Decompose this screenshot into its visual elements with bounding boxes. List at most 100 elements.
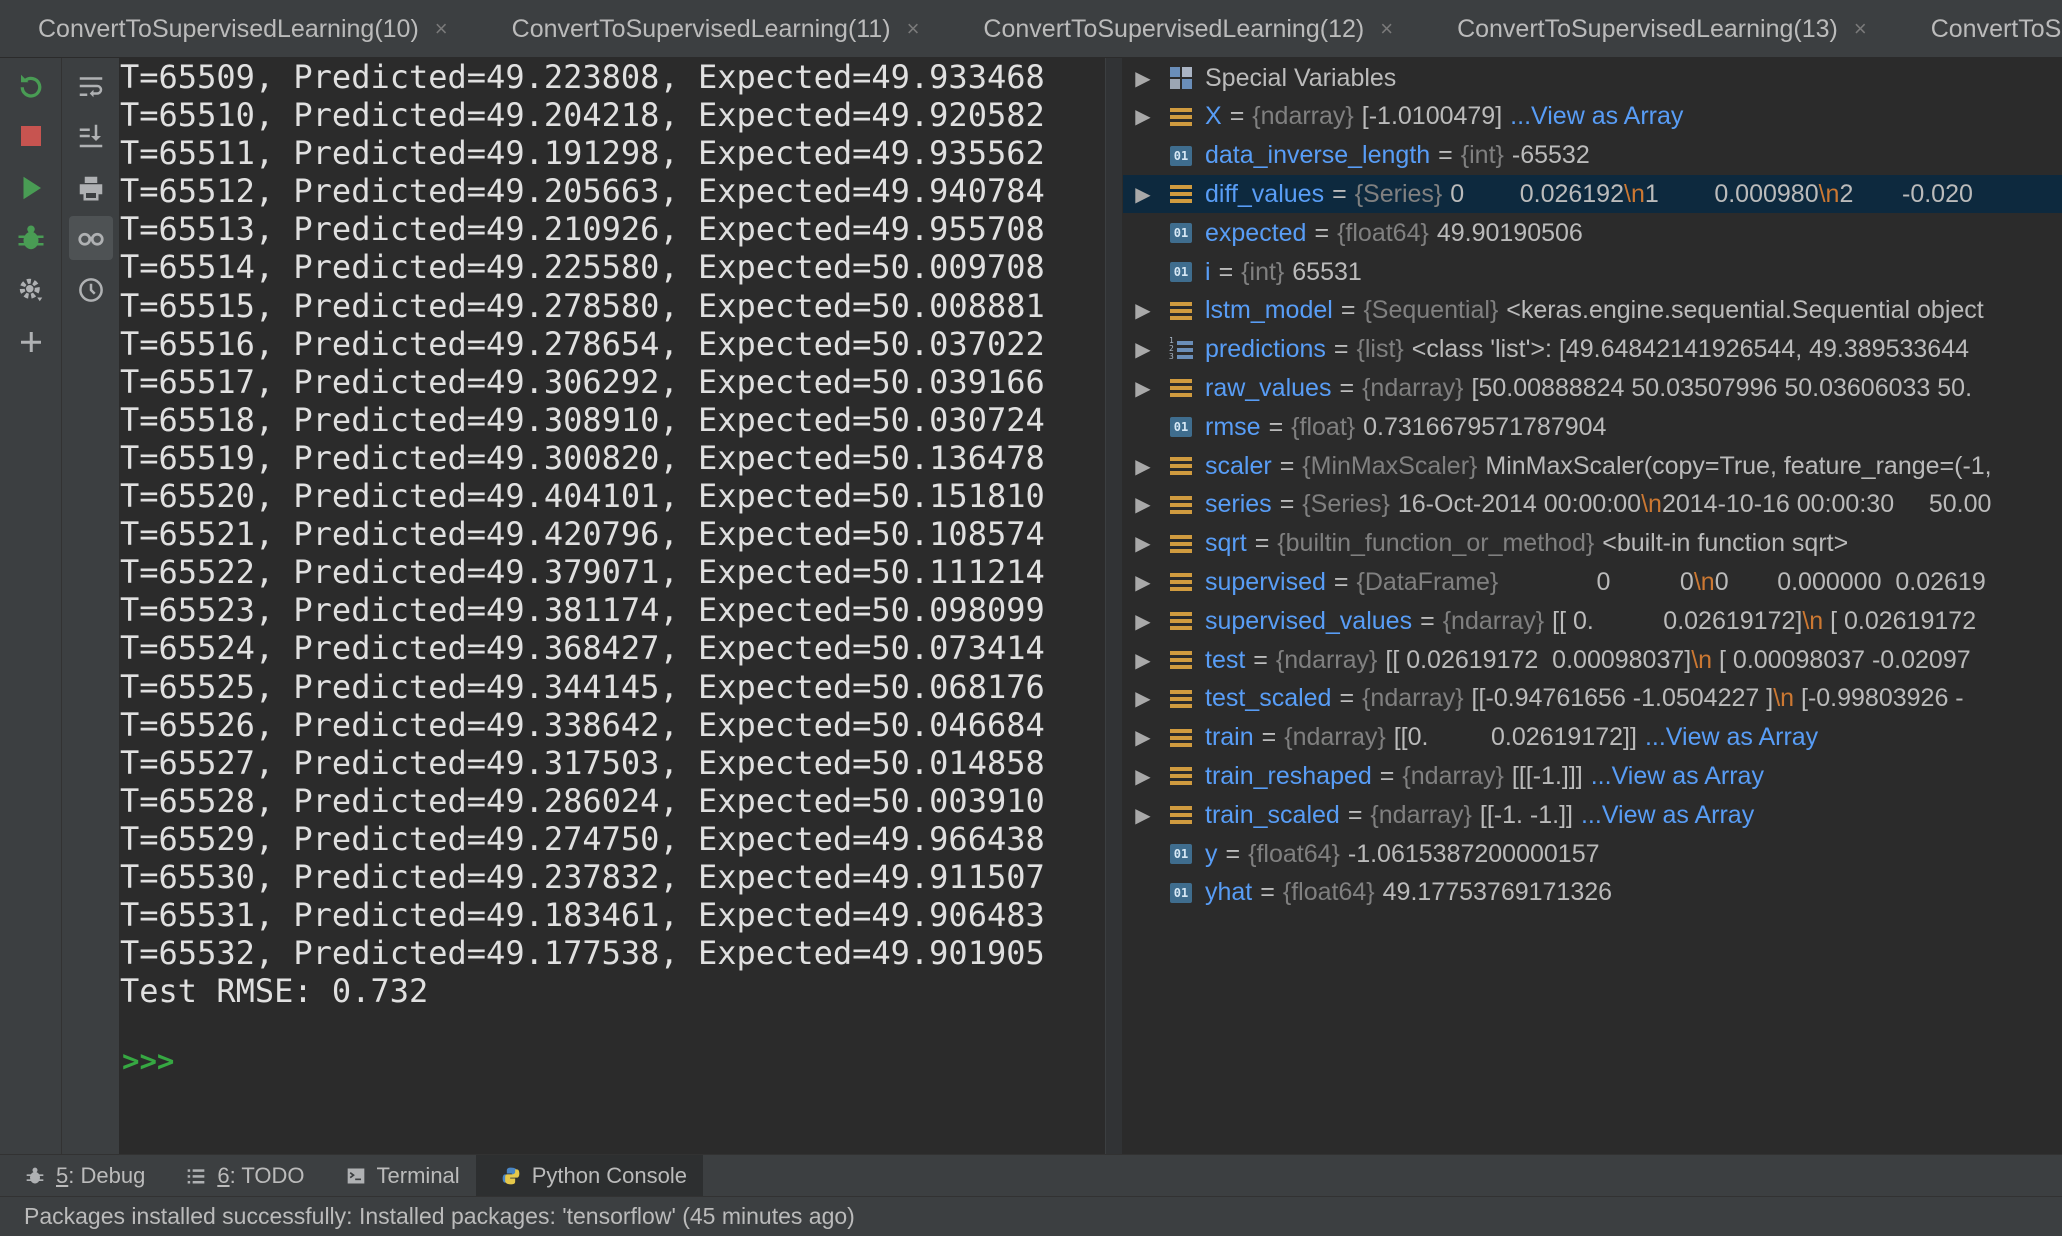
variable-row[interactable]: ▶ supervised_values = {ndarray}[[ 0. 0.0261…: [1123, 602, 2062, 640]
expand-arrow-icon[interactable]: ▶: [1123, 725, 1163, 750]
expand-arrow-icon[interactable]: ▶: [1123, 492, 1163, 517]
variable-type: {builtin_function_or_method}: [1277, 529, 1595, 558]
variable-row[interactable]: ▶ diff_values = {Series} 0 0.026192 \n 1 0.000…: [1123, 175, 2062, 214]
tool-window-tab[interactable]: 6: TODO: [161, 1155, 320, 1197]
expand-arrow-icon[interactable]: ▶: [1123, 764, 1163, 789]
scroll-to-end-icon[interactable]: [69, 114, 113, 158]
console-prompt[interactable]: >>>: [122, 1044, 174, 1078]
list-icon: 123: [1169, 336, 1193, 362]
panel-splitter[interactable]: [1105, 58, 1123, 1154]
equals-sign: =: [1261, 723, 1277, 752]
status-message[interactable]: Packages installed successfully: Install…: [24, 1203, 855, 1230]
variable-row[interactable]: ▶ test_scaled = {ndarray} [[-0.94761656 -1.0…: [1123, 680, 2062, 718]
tool-window-tab[interactable]: 5: Debug: [0, 1155, 161, 1197]
equals-sign: =: [1225, 839, 1241, 868]
special-variables-icon: [1169, 66, 1193, 90]
variable-row[interactable]: ▶ supervised = {DataFrame} 0 0 \n 0 0.000000 …: [1123, 563, 2062, 601]
console-line: T=65532, Predicted=49.177538, Expected=4…: [120, 934, 1045, 973]
editor-tab[interactable]: ConvertToSupervisedLearning(11) ×: [474, 0, 946, 57]
expand-arrow-icon[interactable]: ▶: [1123, 531, 1163, 556]
variable-value: [[[-1.]]]: [1511, 761, 1583, 790]
variable-row[interactable]: ▶ test = {ndarray}[[ 0.02619172 0.00098037]…: [1123, 641, 2062, 679]
object-icon: [1169, 299, 1193, 323]
expand-arrow-icon[interactable]: ▶: [1123, 454, 1163, 479]
variable-row[interactable]: ▶ train = {ndarray} [[0. 0.02619172]] ...View…: [1123, 719, 2062, 757]
variable-value: 2014-10-16 00:00:30 50.00: [1661, 490, 1992, 519]
variable-row[interactable]: ▶ series = {Series} 16-Oct-2014 00:00:00 \n 20…: [1123, 486, 2062, 524]
close-icon[interactable]: ×: [1380, 16, 1393, 42]
show-variables-icon[interactable]: [69, 216, 113, 260]
expand-arrow-icon[interactable]: ▶: [1123, 803, 1163, 828]
variable-type: {ndarray}: [1284, 723, 1386, 752]
tool-window-tab[interactable]: Python Console: [475, 1154, 704, 1197]
variable-value: 2 -0.020: [1839, 179, 1973, 208]
variables-panel: ▶ Special Variables ▶ X = {ndarray} [-1.010047…: [1123, 58, 2062, 1154]
variable-name: data_inverse_length: [1205, 141, 1431, 170]
newline-marker: \n: [1802, 606, 1824, 635]
tool-window-tab[interactable]: Terminal: [321, 1155, 476, 1197]
expand-arrow-icon[interactable]: ▶: [1123, 686, 1163, 711]
close-icon[interactable]: ×: [435, 16, 448, 42]
variable-row[interactable]: ▶ train_reshaped = {ndarray} [[[-1.]]] ...Vie…: [1123, 757, 2062, 795]
view-as-array-link[interactable]: ...View as Array: [1510, 102, 1683, 131]
editor-tab[interactable]: ConvertToSupervisedLearning(12) ×: [945, 0, 1419, 57]
variable-name: supervised_values: [1205, 606, 1413, 635]
soft-wrap-icon[interactable]: [69, 64, 113, 108]
editor-tab[interactable]: ConvertToSupervisedLearning(10) ×: [0, 0, 474, 57]
history-icon[interactable]: [69, 268, 113, 312]
object-icon: [1169, 609, 1193, 633]
variable-type: {int}: [1241, 257, 1285, 286]
view-as-array-link[interactable]: ...View as Array: [1645, 723, 1818, 752]
object-icon: [1169, 648, 1193, 672]
expand-arrow-icon[interactable]: ▶: [1123, 337, 1163, 362]
variable-row[interactable]: ▶ Special Variables: [1123, 59, 2062, 97]
variable-row[interactable]: ▶ train_scaled = {ndarray} [[-1. -1.]] ...Vie…: [1123, 796, 2062, 834]
console-line: T=65528, Predicted=49.286024, Expected=5…: [120, 781, 1045, 820]
variable-row[interactable]: ▶ X = {ndarray} [-1.0100479] ...View as Array: [1123, 98, 2062, 136]
variable-row[interactable]: ▶ scaler = {MinMaxScaler} MinMaxScaler(copy=…: [1123, 447, 2062, 485]
variable-row[interactable]: ▶01rmse={float}0.7316679571787904: [1123, 408, 2062, 446]
expand-arrow-icon[interactable]: ▶: [1123, 376, 1163, 401]
view-as-array-link[interactable]: ...View as Array: [1591, 762, 1764, 791]
expand-arrow-icon[interactable]: ▶: [1123, 648, 1163, 673]
variable-row[interactable]: ▶ lstm_model = {Sequential} <keras.engine.se…: [1123, 292, 2062, 330]
debug-icon[interactable]: [9, 216, 53, 260]
variable-type: {ndarray}: [1275, 645, 1378, 674]
variable-name: lstm_model: [1205, 296, 1333, 325]
variable-row[interactable]: ▶01i={int}65531: [1123, 253, 2062, 291]
editor-tab[interactable]: ConvertToS: [1893, 0, 2062, 57]
console-line: T=65515, Predicted=49.278580, Expected=5…: [120, 286, 1045, 325]
add-icon[interactable]: [9, 320, 53, 364]
variable-row[interactable]: ▶01yhat={float64}49.17753769171326: [1123, 874, 2062, 912]
variable-row[interactable]: ▶ 1 2 3 predictions = {list} <class 'list'>: [4…: [1123, 331, 2062, 369]
expand-arrow-icon[interactable]: ▶: [1123, 609, 1163, 634]
close-icon[interactable]: ×: [907, 16, 920, 42]
variable-row[interactable]: ▶01data_inverse_length={int}-65532: [1123, 137, 2062, 175]
editor-tab[interactable]: ConvertToSupervisedLearning(13) ×: [1419, 0, 1893, 57]
variable-value: MinMaxScaler(copy=True, feature_range=(-…: [1485, 451, 1992, 480]
close-icon[interactable]: ×: [1854, 16, 1867, 42]
rerun-icon[interactable]: [9, 64, 53, 108]
view-as-array-link[interactable]: ...View as Array: [1581, 801, 1754, 830]
equals-sign: =: [1268, 412, 1284, 441]
run-icon[interactable]: [9, 166, 53, 210]
variable-name: series: [1205, 490, 1272, 519]
variable-row[interactable]: ▶ raw_values = {ndarray} [50.00888824 50.035…: [1123, 369, 2062, 407]
console-line: T=65523, Predicted=49.381174, Expected=5…: [120, 591, 1045, 630]
expand-arrow-icon[interactable]: ▶: [1123, 570, 1163, 595]
expand-arrow-icon[interactable]: ▶: [1123, 66, 1163, 91]
settings-icon[interactable]: [9, 268, 53, 312]
expand-arrow-icon[interactable]: ▶: [1123, 104, 1163, 129]
print-icon[interactable]: [69, 166, 113, 210]
variable-value: [[-0.94761656 -1.0504227 ]: [1471, 684, 1774, 713]
python-console-output[interactable]: T=65509, Predicted=49.223808, Expected=4…: [120, 58, 1105, 1154]
variable-row[interactable]: ▶ sqrt = {builtin_function_or_method} <built…: [1123, 525, 2062, 563]
expand-arrow-icon[interactable]: ▶: [1123, 298, 1163, 323]
variable-row[interactable]: ▶01y={float64}-1.0615387200000157: [1123, 835, 2062, 873]
stop-icon[interactable]: [9, 114, 53, 158]
expand-arrow-icon[interactable]: ▶: [1123, 182, 1163, 207]
variable-value: [[ 0. 0.02619172]: [1552, 606, 1803, 635]
variable-row[interactable]: ▶01expected={float64}49.90190506: [1123, 214, 2062, 252]
tool-window-label: : TODO: [229, 1162, 305, 1188]
equals-sign: =: [1333, 567, 1349, 596]
